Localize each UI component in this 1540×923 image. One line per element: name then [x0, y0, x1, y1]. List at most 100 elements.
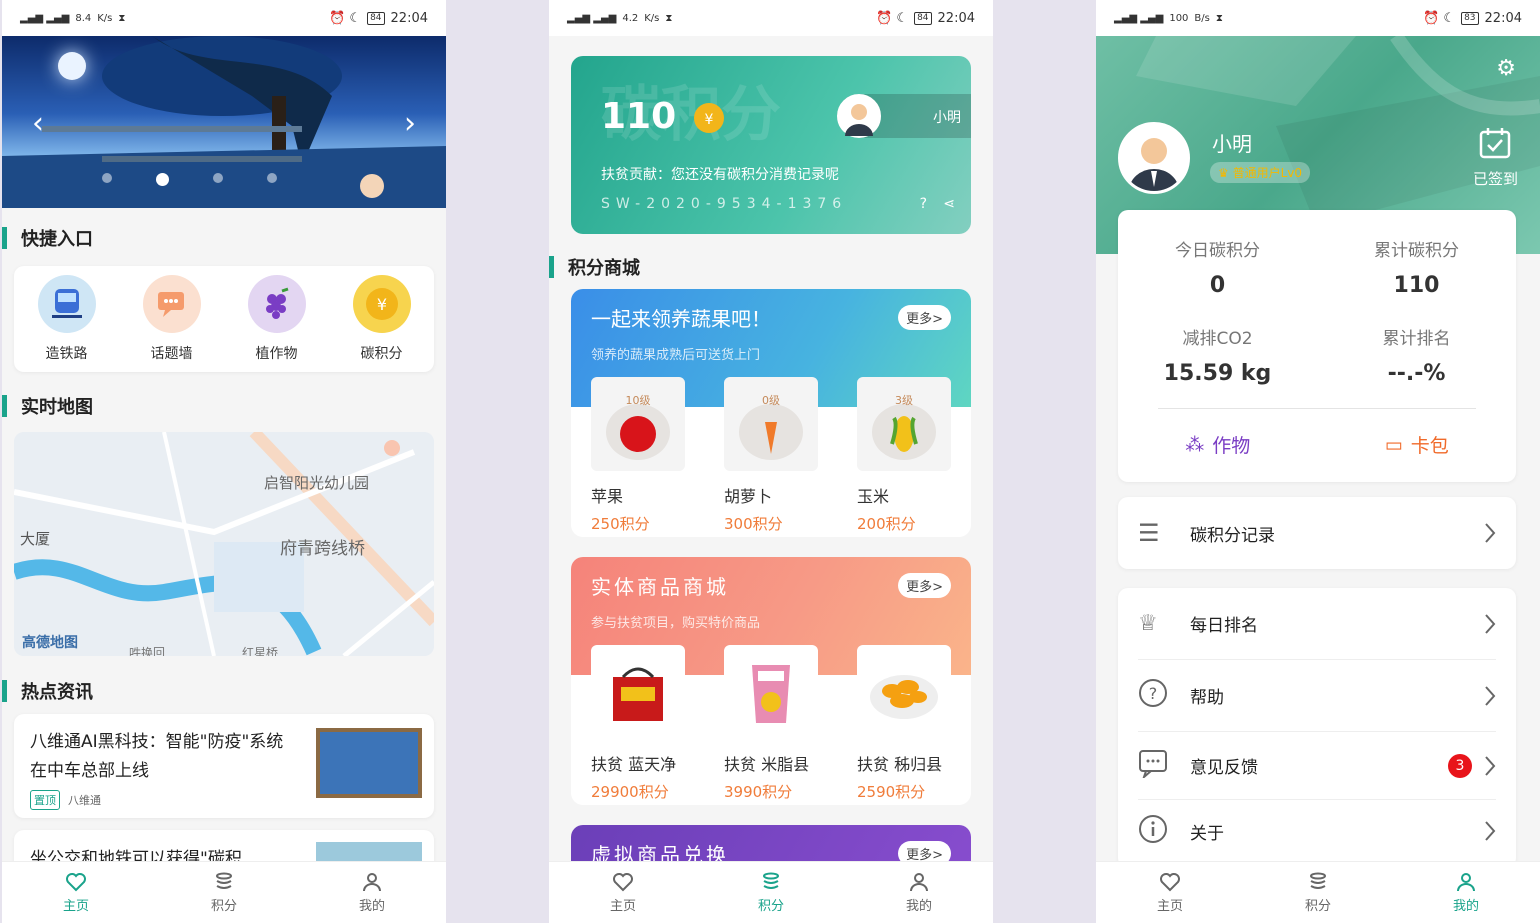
- info-icon: [1138, 814, 1190, 849]
- chevron-right-icon: [1485, 613, 1496, 634]
- quick-item-railway[interactable]: 造铁路: [37, 275, 96, 363]
- product-item[interactable]: 扶贫 秭归县 2590积分: [857, 645, 951, 802]
- battery-icon: 84: [367, 11, 385, 25]
- more-button[interactable]: 更多>: [898, 305, 951, 330]
- tab-home[interactable]: 主页: [1096, 862, 1244, 923]
- hourglass-icon: ⧗: [118, 12, 126, 24]
- product-item[interactable]: 0级 胡萝卜 300积分: [724, 377, 818, 534]
- status-bar: ▂▄▆ ▂▄▆ 8.4 K/s ⧗ ⏰ ☾ 84 22:04: [2, 0, 446, 36]
- dot[interactable]: [102, 173, 112, 183]
- help-icon[interactable]: ?: [920, 196, 927, 212]
- menu-about[interactable]: 关于: [1138, 800, 1496, 862]
- map-label: 吽换回: [129, 646, 166, 656]
- news-item[interactable]: 八维通AI黑科技：智能"防疫"系统在中车总部上线 置顶 八维通: [14, 714, 434, 818]
- tab-points[interactable]: 积分: [1244, 862, 1392, 923]
- points-screen: ▂▄▆ ▂▄▆ 4.2 K/s ⧗ ⏰ ☾ 84 22:04 碳积分 110 ¥ 小明 扶…: [549, 0, 993, 923]
- shop-subtitle: 参与扶贫项目，购买特价商品: [591, 616, 761, 631]
- product-image: [857, 645, 951, 739]
- chevron-right-icon: [1485, 821, 1496, 841]
- product-item[interactable]: 扶贫 米脂县 3990积分: [724, 645, 818, 802]
- section-title-quick: 快捷入口: [2, 225, 93, 251]
- trophy-icon: ♕: [1138, 611, 1158, 636]
- news-headline: 八维通AI黑科技：智能"防疫"系统在中车总部上线: [30, 732, 284, 781]
- carbon-card[interactable]: 碳积分 110 ¥ 小明 扶贫贡献：您还没有碳积分消费记录呢 SW-2020-9…: [571, 56, 971, 234]
- dot[interactable]: [213, 173, 223, 183]
- product-item[interactable]: 扶贫 蓝天净 29900积分: [591, 645, 685, 802]
- product-name: 苹果: [591, 487, 624, 506]
- checkin-button[interactable]: 已签到: [1473, 126, 1518, 189]
- next-arrow-icon[interactable]: ›: [404, 106, 416, 141]
- quick-item-topic[interactable]: 话题墙: [142, 275, 201, 363]
- menu-help[interactable]: ? 帮助: [1138, 660, 1496, 732]
- card-wallet-icon: ▭: [1384, 433, 1403, 456]
- product-price: 200积分: [857, 515, 916, 533]
- user-chip[interactable]: 小明: [837, 94, 971, 138]
- stat-co2: 减排CO2 15.59 kg: [1118, 324, 1317, 386]
- product-item[interactable]: 3级 玉米 200积分: [857, 377, 951, 534]
- level-text: 普通用户Lv0: [1232, 166, 1303, 180]
- home-screen: ▂▄▆ ▂▄▆ 8.4 K/s ⧗ ⏰ ☾ 84 22:04 ‹ › 快捷入口 造铁路 话…: [2, 0, 446, 923]
- realtime-map[interactable]: 启智阳光幼儿园 府青跨线桥 大厦 高德地图 吽换回 红星桥: [14, 432, 434, 656]
- status-bar: ▂▄▆ ▂▄▆ 4.2 K/s ⧗ ⏰ ☾ 84 22:04: [549, 0, 993, 36]
- crops-shortcut[interactable]: ⁂ 作物: [1185, 431, 1250, 458]
- alarm-icon: ⏰ ☾: [329, 10, 362, 26]
- product-item[interactable]: 10级 苹果 250积分: [591, 377, 685, 534]
- menu-carbon-record[interactable]: ☰ 碳积分记录: [1118, 497, 1516, 569]
- coins-icon: [763, 872, 779, 889]
- share-icon[interactable]: ⋖: [943, 196, 955, 212]
- tab-mine[interactable]: 我的: [1392, 862, 1540, 923]
- product-price: 3990积分: [724, 783, 793, 801]
- avatar[interactable]: [1118, 122, 1190, 194]
- shortcut-label: 作物: [1212, 435, 1251, 457]
- tab-label: 主页: [62, 898, 89, 914]
- map-label: 启智阳光幼儿园: [264, 474, 370, 492]
- menu-label: 关于: [1190, 823, 1224, 844]
- tab-mine[interactable]: 我的: [298, 862, 446, 923]
- product-image: 0级: [724, 377, 818, 471]
- more-button[interactable]: 更多>: [898, 573, 951, 598]
- wallet-shortcut[interactable]: ▭ 卡包: [1385, 431, 1449, 458]
- hourglass-icon: ⧗: [665, 12, 673, 24]
- tab-points[interactable]: 积分: [697, 862, 845, 923]
- bottom-tab-bar: 主页 积分 我的: [1096, 861, 1540, 923]
- coins-icon: [1310, 872, 1326, 889]
- svg-text:0级: 0级: [762, 394, 780, 407]
- clock: 22:04: [390, 10, 428, 26]
- clock: 22:04: [1484, 10, 1522, 26]
- product-name: 扶贫 米脂县: [724, 755, 810, 774]
- menu-list: ♕ 每日排名 ? 帮助 意见反馈 3 关于: [1118, 588, 1516, 868]
- net-speed: 100: [1169, 12, 1189, 24]
- prev-arrow-icon[interactable]: ‹: [32, 106, 44, 141]
- stat-value: --.-%: [1387, 361, 1446, 386]
- quick-item-carbon[interactable]: ¥ 碳积分: [352, 275, 411, 363]
- product-price: 250积分: [591, 515, 650, 533]
- shop-adopt: 一起来领养蔬果吧！ 领养的蔬果成熟后可送货上门 更多> 10级 苹果 250积分 0…: [571, 289, 971, 537]
- settings-gear-icon[interactable]: ⚙: [1496, 56, 1516, 81]
- signal-icon: ▂▄▆ ▂▄▆: [1114, 12, 1164, 24]
- menu-daily-rank[interactable]: ♕ 每日排名: [1138, 588, 1496, 660]
- chevron-right-icon: [1485, 755, 1496, 776]
- tab-home[interactable]: 主页: [549, 862, 697, 923]
- shortcut-label: 卡包: [1410, 435, 1449, 457]
- user-name: 小明: [933, 110, 961, 126]
- banner-carousel[interactable]: ‹ ›: [2, 36, 446, 208]
- menu-label: 帮助: [1190, 688, 1224, 708]
- heart-icon: [613, 872, 633, 891]
- quick-label: 话题墙: [150, 346, 193, 362]
- message-icon: [1138, 748, 1190, 783]
- grape-icon: [247, 275, 306, 333]
- coins-icon: [216, 872, 232, 889]
- tab-points[interactable]: 积分: [150, 862, 298, 923]
- alarm-icon: ⏰ ☾: [1423, 10, 1456, 26]
- dot-active[interactable]: [156, 173, 169, 186]
- tab-mine[interactable]: 我的: [845, 862, 993, 923]
- stat-rank: 累计排名 --.-%: [1317, 324, 1516, 386]
- card-code: SW-2020-9534-1376: [601, 196, 848, 212]
- tab-home[interactable]: 主页: [2, 862, 150, 923]
- quick-item-plant[interactable]: 植作物: [247, 275, 306, 363]
- menu-feedback[interactable]: 意见反馈 3: [1138, 732, 1496, 800]
- dot[interactable]: [267, 173, 277, 183]
- chat-icon: [142, 275, 201, 333]
- help-circle-icon: ?: [1138, 678, 1190, 713]
- coin-icon: ¥: [352, 275, 411, 333]
